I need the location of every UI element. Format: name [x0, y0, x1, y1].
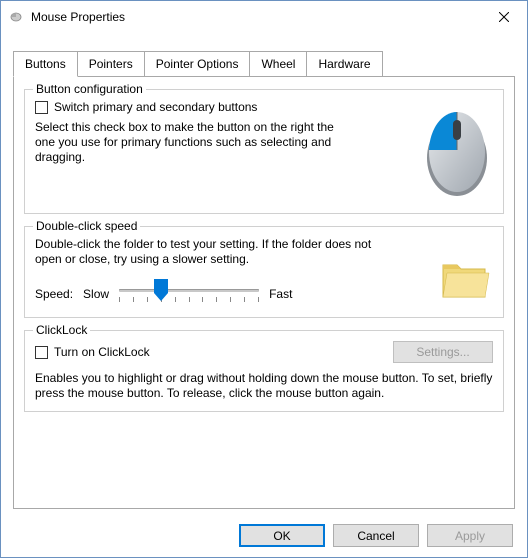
- tab-hardware[interactable]: Hardware: [306, 51, 382, 76]
- switch-buttons-description: Select this check box to make the button…: [35, 120, 335, 165]
- content-area: Buttons Pointers Pointer Options Wheel H…: [1, 33, 527, 517]
- clicklock-description: Enables you to highlight or drag without…: [35, 371, 493, 401]
- clicklock-checkbox[interactable]: [35, 346, 48, 359]
- tab-panel: Button configuration Switch primary and …: [13, 77, 515, 509]
- mouse-properties-window: Mouse Properties Buttons Pointers Pointe…: [0, 0, 528, 558]
- tab-pointer-options[interactable]: Pointer Options: [144, 51, 251, 76]
- clicklock-label: Turn on ClickLock: [54, 345, 150, 359]
- double-click-description: Double-click the folder to test your set…: [35, 237, 385, 267]
- tab-strip: Buttons Pointers Pointer Options Wheel H…: [13, 51, 515, 77]
- switch-buttons-label: Switch primary and secondary buttons: [54, 100, 257, 114]
- mouse-diagram: [421, 100, 493, 203]
- window-title: Mouse Properties: [31, 10, 481, 24]
- group-double-click-speed: Double-click speed Double-click the fold…: [24, 226, 504, 318]
- group-button-configuration: Button configuration Switch primary and …: [24, 89, 504, 214]
- group-legend: Button configuration: [33, 82, 146, 96]
- mouse-icon: [9, 11, 25, 23]
- tab-pointers[interactable]: Pointers: [77, 51, 145, 76]
- tab-wheel[interactable]: Wheel: [249, 51, 307, 76]
- fast-label: Fast: [269, 287, 292, 301]
- slow-label: Slow: [83, 287, 109, 301]
- switch-buttons-checkbox[interactable]: [35, 101, 48, 114]
- test-folder-icon[interactable]: [437, 251, 493, 307]
- close-button[interactable]: [481, 1, 527, 33]
- ok-button[interactable]: OK: [239, 524, 325, 547]
- double-click-speed-slider[interactable]: [119, 281, 259, 307]
- speed-label: Speed:: [35, 287, 73, 301]
- titlebar: Mouse Properties: [1, 1, 527, 33]
- group-legend: ClickLock: [33, 323, 90, 337]
- tab-buttons[interactable]: Buttons: [13, 51, 78, 77]
- apply-button: Apply: [427, 524, 513, 547]
- cancel-button[interactable]: Cancel: [333, 524, 419, 547]
- slider-thumb[interactable]: [154, 279, 168, 297]
- dialog-buttons: OK Cancel Apply: [239, 524, 513, 547]
- clicklock-settings-button: Settings...: [393, 341, 493, 363]
- group-legend: Double-click speed: [33, 219, 140, 233]
- close-icon: [499, 12, 509, 22]
- group-clicklock: ClickLock Turn on ClickLock Settings... …: [24, 330, 504, 412]
